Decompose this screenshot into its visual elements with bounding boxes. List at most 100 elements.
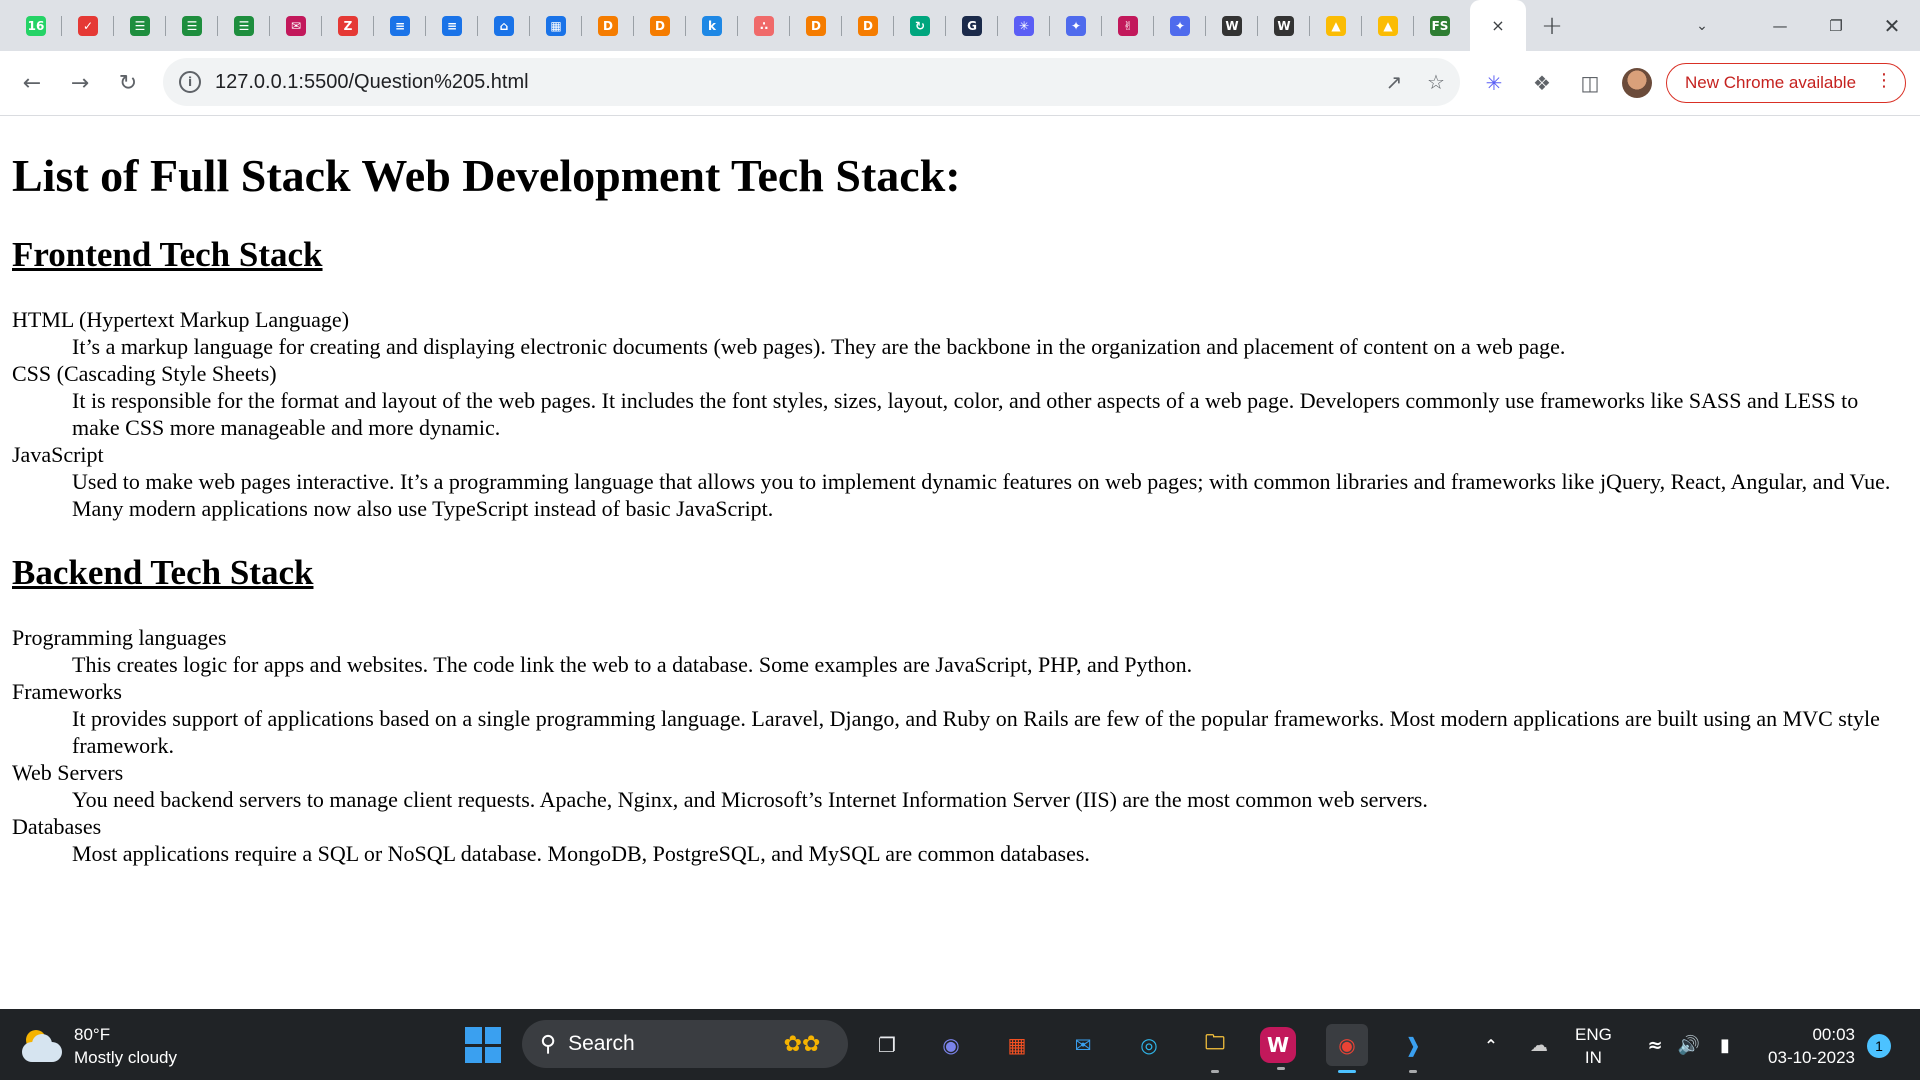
mail-icon[interactable]: ✉ (1062, 1024, 1104, 1066)
browser-tab[interactable]: ≡ (374, 0, 426, 51)
browser-tab[interactable]: k (686, 0, 738, 51)
green-form-icon: ☰ (182, 15, 202, 36)
desc-web-servers: You need backend servers to manage clien… (72, 787, 1428, 812)
menu-dots-icon[interactable]: ⋮ (1875, 70, 1893, 91)
browser-tab[interactable]: W (1258, 0, 1310, 51)
system-clock[interactable]: 00:03 03-10-2023 (1755, 1023, 1855, 1069)
browser-tab[interactable]: W (1206, 0, 1258, 51)
desc-frameworks: It provides support of applications base… (72, 706, 1880, 758)
clock-time: 00:03 (1812, 1025, 1855, 1044)
browser-tab[interactable]: 16 (10, 0, 62, 51)
term-web-servers: Web Servers (12, 760, 124, 785)
region-code: IN (1584, 1048, 1602, 1067)
new-tab-button[interactable]: + (1526, 0, 1578, 51)
tab-strip: 16 ✓ ☰ ☰ ☰ ✉ Z ≡ ≡ ⌂ ▦ D Dk ∴ D D ↻ G ✳ ✦ ✌ ✦ W W ▲ ▲ FS × + ⌄ — ❐… (0, 0, 1920, 51)
extensions-puzzle-icon[interactable]: ❖ (1526, 67, 1558, 99)
desc-programming-languages: This creates logic for apps and websites… (72, 652, 1193, 677)
sunflower-highlight-icon: ✿✿ (783, 1031, 821, 1057)
reload-icon[interactable]: ↻ (110, 65, 146, 101)
taskbar-search[interactable]: ⚲ Search ✿✿ (522, 1020, 848, 1068)
chrome-browser-icon[interactable]: ◉ (1326, 1024, 1368, 1073)
active-tab[interactable]: × (1470, 0, 1526, 51)
close-window-icon[interactable]: ✕ (1864, 0, 1920, 51)
browser-tab[interactable]: ✌ (1102, 0, 1154, 51)
update-label: New Chrome available (1685, 73, 1857, 92)
teams-chat-icon[interactable]: ◉ (930, 1024, 972, 1066)
desc-html: It’s a markup language for creating and … (72, 334, 1566, 359)
browser-tab[interactable]: D (582, 0, 634, 51)
side-panel-icon[interactable]: ◫ (1574, 67, 1606, 99)
browser-tab[interactable]: ✦ (1050, 0, 1102, 51)
green-form-icon: ☰ (130, 15, 150, 36)
desc-css: It is responsible for the format and lay… (72, 388, 1859, 440)
vscode-icon[interactable]: ❱ (1392, 1024, 1434, 1073)
show-hidden-icons-chevron-icon[interactable]: ⌃ (1470, 1024, 1512, 1066)
weather-widget[interactable]: 80°F Mostly cloudy (22, 1023, 177, 1069)
clock-date: 03-10-2023 (1768, 1048, 1855, 1067)
extension-flower-icon[interactable]: ✳ (1478, 67, 1510, 99)
browser-tab[interactable]: ✦ (1154, 0, 1206, 51)
browser-tab[interactable]: ☰ (114, 0, 166, 51)
weather-temperature: 80°F (74, 1025, 111, 1044)
browser-tab[interactable]: ▲ (1310, 0, 1362, 51)
section-heading-frontend: Frontend Tech Stack (12, 235, 323, 274)
profile-avatar[interactable] (1622, 68, 1652, 98)
desc-javascript: Used to make web pages interactive. It’s… (72, 469, 1891, 521)
url-text[interactable]: 127.0.0.1:5500/Question%205.html (215, 71, 529, 94)
search-icon: ⚲ (540, 1031, 557, 1057)
back-arrow-icon[interactable]: ← (14, 65, 50, 101)
term-programming-languages: Programming languages (12, 625, 227, 650)
chrome-update-button[interactable]: New Chrome available ⋮ (1666, 63, 1906, 103)
forward-arrow-icon[interactable]: → (62, 65, 98, 101)
browser-tab[interactable]: D (842, 0, 894, 51)
browser-tab[interactable]: ▲ (1362, 0, 1414, 51)
task-view-icon[interactable]: ❐ (866, 1024, 908, 1066)
k-icon: k (702, 15, 722, 36)
browser-tab[interactable]: ✓ (62, 0, 114, 51)
battery-icon[interactable]: ▮ (1704, 1024, 1746, 1066)
minimize-icon[interactable]: — (1752, 0, 1808, 51)
red-swirl-icon: ✓ (78, 15, 98, 36)
restore-icon[interactable]: ❐ (1808, 0, 1864, 51)
browser-toolbar: ← → ↻ i 127.0.0.1:5500/Question%205.html… (0, 51, 1920, 116)
browser-tab[interactable]: ⌂ (478, 0, 530, 51)
doc-icon: ≡ (442, 15, 462, 36)
search-placeholder: Search (568, 1032, 635, 1055)
language-indicator[interactable]: ENG IN (1575, 1023, 1612, 1069)
browser-tab[interactable]: FS (1414, 0, 1466, 51)
d-icon: D (650, 15, 670, 36)
browser-tab[interactable]: D (634, 0, 686, 51)
microsoft-store-icon[interactable]: ▦ (996, 1024, 1038, 1066)
chat-icon: ✉ (286, 15, 306, 36)
browser-tab[interactable]: ✉ (270, 0, 322, 51)
browser-tab[interactable]: ☰ (218, 0, 270, 51)
wps-office-icon[interactable]: W (1260, 1027, 1296, 1070)
browser-tab[interactable]: ✳ (998, 0, 1050, 51)
doc-icon: ≡ (390, 15, 410, 36)
browser-tab[interactable]: ☰ (166, 0, 218, 51)
browser-tab[interactable]: Z (322, 0, 374, 51)
drive-icon: ▲ (1378, 15, 1398, 36)
close-tab-icon[interactable]: × (1491, 16, 1504, 35)
drive-icon: ▲ (1326, 15, 1346, 36)
address-bar[interactable]: i 127.0.0.1:5500/Question%205.html ↗ ☆ (163, 58, 1460, 106)
whatsapp-badge-icon: 16 (26, 15, 46, 36)
browser-tab[interactable]: G (946, 0, 998, 51)
browser-tab[interactable]: ▦ (530, 0, 582, 51)
onedrive-error-icon[interactable]: ☁ (1518, 1024, 1560, 1066)
green-arrow-icon: ↻ (910, 15, 930, 36)
share-icon[interactable]: ↗ (1380, 68, 1408, 96)
tab-search-chevron-icon[interactable]: ⌄ (1679, 0, 1725, 51)
edge-browser-icon[interactable]: ◎ (1128, 1024, 1170, 1066)
browser-tab[interactable]: ≡ (426, 0, 478, 51)
notification-badge[interactable]: 1 (1867, 1034, 1891, 1058)
backend-list: Programming languages This creates logic… (12, 624, 1907, 867)
browser-tab[interactable]: ∴ (738, 0, 790, 51)
bookmark-star-icon[interactable]: ☆ (1422, 68, 1450, 96)
browser-tab[interactable]: ↻ (894, 0, 946, 51)
site-info-icon[interactable]: i (179, 71, 201, 93)
file-explorer-icon[interactable]: 🗀 (1194, 1024, 1236, 1073)
start-windows-icon[interactable] (465, 1027, 501, 1063)
term-javascript: JavaScript (12, 442, 104, 467)
browser-tab[interactable]: D (790, 0, 842, 51)
